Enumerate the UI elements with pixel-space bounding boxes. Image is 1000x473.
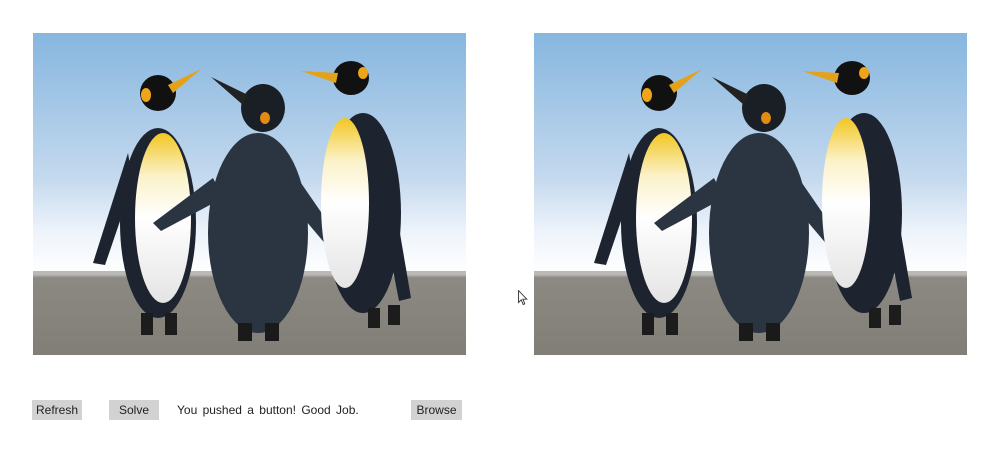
solve-button[interactable]: Solve (109, 400, 159, 420)
refresh-button[interactable]: Refresh (32, 400, 82, 420)
puzzle-app: Refresh Solve You pushed a button! Good … (0, 0, 1000, 473)
left-penguin-image[interactable] (33, 33, 466, 355)
browse-button[interactable]: Browse (411, 400, 462, 420)
status-message: You pushed a button! Good Job. (177, 403, 359, 417)
right-penguin-image[interactable] (534, 33, 967, 355)
mouse-pointer-icon (518, 290, 528, 306)
penguin-scene-right (534, 33, 967, 355)
penguin-scene-left (33, 33, 466, 355)
